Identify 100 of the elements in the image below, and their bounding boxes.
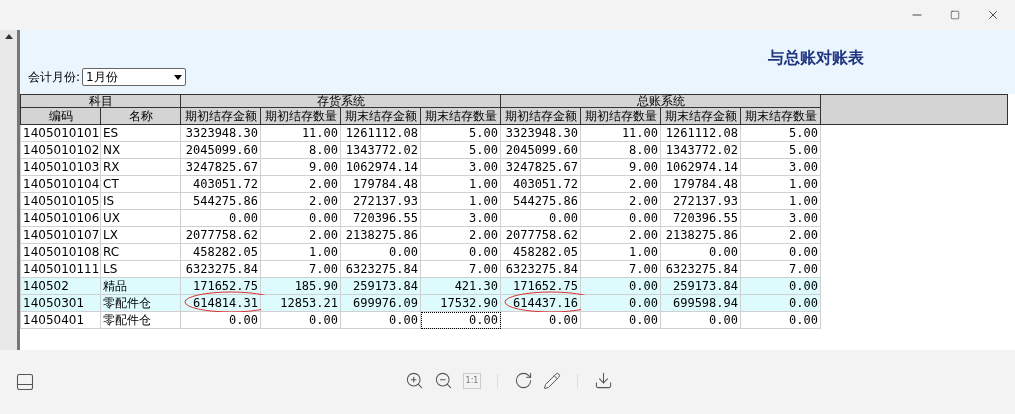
table-cell: 1405010107: [21, 227, 101, 244]
scrollbar[interactable]: [0, 30, 20, 350]
table-cell: 720396.55: [341, 210, 421, 227]
table-cell: 6323275.84: [501, 261, 581, 278]
table-cell: 3.00: [741, 159, 821, 176]
table-cell: 1062974.14: [341, 159, 421, 176]
table-cell: 6323275.84: [661, 261, 741, 278]
table-cell: 0.00: [341, 244, 421, 261]
table-cell: 9.00: [261, 159, 341, 176]
table-cell: 0.00: [421, 244, 501, 261]
table-cell: 2138275.86: [341, 227, 421, 244]
actual-size-button[interactable]: 1:1: [463, 372, 481, 389]
table-cell: 2.00: [421, 227, 501, 244]
table-cell: 1405010106: [21, 210, 101, 227]
table-cell: 421.30: [421, 278, 501, 295]
column-header: 名称: [101, 108, 181, 124]
table-cell: 7.00: [421, 261, 501, 278]
table-cell: 1062974.14: [661, 159, 741, 176]
table-cell: 5.00: [741, 125, 821, 142]
table-cell: 14050401: [21, 312, 101, 329]
table-cell: 5.00: [421, 125, 501, 142]
table-cell: 0.00: [741, 295, 821, 312]
column-header: 期初结存金额: [501, 108, 581, 124]
table-cell: CT: [101, 176, 181, 193]
table-cell: 17532.90: [421, 295, 501, 312]
table-cell: 259173.84: [661, 278, 741, 295]
table-cell: 1405010111: [21, 261, 101, 278]
layout-toggle-button[interactable]: [15, 372, 35, 392]
table-cell: 272137.93: [661, 193, 741, 210]
table-cell: 0.00: [741, 278, 821, 295]
rotate-icon: [514, 371, 533, 390]
table-cell: 3323948.30: [181, 125, 261, 142]
table-cell: 0.00: [261, 312, 341, 329]
table-cell: 0.00: [741, 244, 821, 261]
close-icon: [986, 8, 1000, 22]
month-dropdown[interactable]: 1月份: [82, 68, 187, 86]
table-cell: 3323948.30: [501, 125, 581, 142]
rotate-button[interactable]: [514, 371, 533, 390]
zoom-in-button[interactable]: [405, 371, 424, 390]
table-cell: 11.00: [581, 125, 661, 142]
table-cell: ES: [101, 125, 181, 142]
table-cell: 1.00: [741, 193, 821, 210]
table-cell: 0.00: [581, 278, 661, 295]
table-cell: 9.00: [581, 159, 661, 176]
table-cell: 1.00: [581, 244, 661, 261]
table-cell: 2045099.60: [181, 142, 261, 159]
column-header: 期初结存金额: [181, 108, 261, 124]
table-cell: 1261112.08: [341, 125, 421, 142]
zoom-out-icon: [434, 371, 453, 390]
table-cell: 1405010105: [21, 193, 101, 210]
edit-button[interactable]: [543, 371, 561, 390]
table-cell: 171652.75: [181, 278, 261, 295]
table-cell: 6323275.84: [181, 261, 261, 278]
download-button[interactable]: [594, 371, 613, 390]
table-cell: 2077758.62: [181, 227, 261, 244]
column-header: 期初结存数量: [261, 108, 341, 124]
column-header: 期末结存金额: [341, 108, 421, 124]
table-cell: 185.90: [261, 278, 341, 295]
table-cell: 0.00: [181, 312, 261, 329]
table-cell: 14050301: [21, 295, 101, 312]
table-cell: 2.00: [261, 227, 341, 244]
table-cell: 0.00: [661, 312, 741, 329]
table-cell: RC: [101, 244, 181, 261]
table-cell: 2.00: [581, 193, 661, 210]
table-cell: 1343772.02: [661, 142, 741, 159]
table-cell: 2.00: [261, 193, 341, 210]
table-cell: 403051.72: [181, 176, 261, 193]
column-header: 期末结存数量: [741, 108, 821, 124]
table-cell: 精品: [101, 278, 181, 295]
table-cell: 1.00: [741, 176, 821, 193]
maximize-icon: [950, 10, 960, 20]
table-cell: 0.00: [741, 312, 821, 329]
table-cell: 3.00: [421, 210, 501, 227]
scroll-up-icon[interactable]: [4, 34, 13, 39]
table-cell: 1.00: [261, 244, 341, 261]
download-icon: [594, 371, 613, 390]
zoom-out-button[interactable]: [434, 371, 453, 390]
table-cell: 0.00: [341, 312, 421, 329]
table-cell: 零配件仓: [101, 312, 181, 329]
table-cell: 544275.86: [501, 193, 581, 210]
table-cell: 0.00: [661, 244, 741, 261]
table-cell: 699976.09: [341, 295, 421, 312]
table-cell: 12853.21: [261, 295, 341, 312]
report-title: 与总账对账表: [768, 47, 864, 69]
table-cell: 3247825.67: [501, 159, 581, 176]
table-cell: 1.00: [421, 176, 501, 193]
table-cell: 1261112.08: [661, 125, 741, 142]
table-cell: 171652.75: [501, 278, 581, 295]
table-cell: 272137.93: [341, 193, 421, 210]
layout-icon: [15, 372, 35, 392]
table-cell: 0.00: [581, 312, 661, 329]
table-cell: 0.00: [581, 295, 661, 312]
table-cell: UX: [101, 210, 181, 227]
column-header: 期末结存金额: [661, 108, 741, 124]
table-cell: LX: [101, 227, 181, 244]
table-cell: 3.00: [421, 159, 501, 176]
table-cell: IS: [101, 193, 181, 210]
table-cell: 1343772.02: [341, 142, 421, 159]
table-cell: 1405010102: [21, 142, 101, 159]
pencil-icon: [543, 371, 561, 390]
